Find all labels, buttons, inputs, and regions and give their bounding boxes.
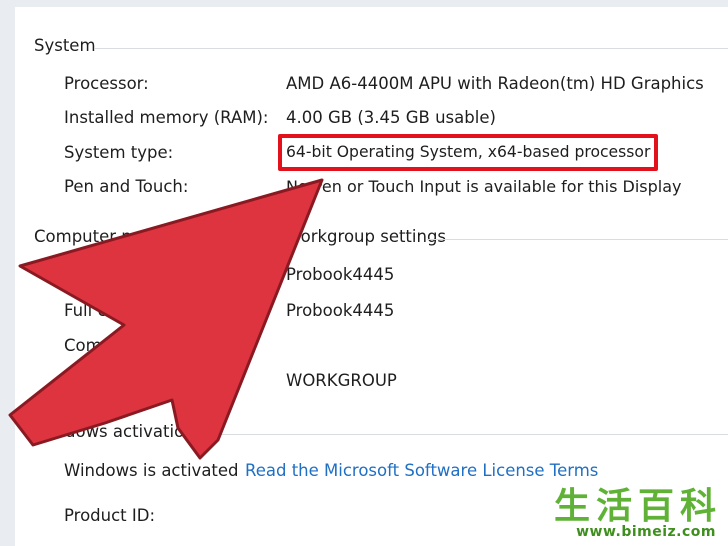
processor-value: AMD A6-4400M APU with Radeon(tm) HD Grap… xyxy=(286,74,704,93)
site-watermark: 生活百科 www.bimeiz.com xyxy=(522,486,722,542)
product-id-label: Product ID: xyxy=(64,506,156,525)
computer-section-heading: Computer name, domain, and workgroup set… xyxy=(34,227,447,246)
full-computer-name-value: Probook4445 xyxy=(286,301,395,320)
computer-description-label: Computer description: xyxy=(64,336,249,355)
watermark-logo-text: 生活百科 xyxy=(553,486,722,527)
system-section-heading: System xyxy=(34,36,96,55)
full-computer-name-label: Full computer name: xyxy=(64,301,235,320)
ram-value: 4.00 GB (3.45 GB usable) xyxy=(286,108,496,127)
system-type-highlight-box xyxy=(278,134,658,171)
activation-status: Windows is activated xyxy=(64,461,239,480)
pen-touch-label: Pen and Touch: xyxy=(64,177,189,196)
workgroup-value: WORKGROUP xyxy=(286,371,397,390)
system-type-label: System type: xyxy=(64,143,174,162)
processor-label: Processor: xyxy=(64,74,149,93)
watermark-url: www.bimeiz.com xyxy=(576,524,716,540)
computer-section-divider xyxy=(427,239,728,240)
pen-touch-value: No Pen or Touch Input is available for t… xyxy=(286,177,682,196)
activation-section-heading: Windows activation xyxy=(34,422,195,441)
system-section-divider xyxy=(95,48,728,49)
license-terms-link[interactable]: Read the Microsoft Software License Term… xyxy=(245,461,598,480)
computer-name-value: Probook4445 xyxy=(286,265,395,284)
ram-label: Installed memory (RAM): xyxy=(64,108,269,127)
system-properties-panel: System Processor: AMD A6-4400M APU with … xyxy=(15,7,728,546)
computer-name-label: Computer name: xyxy=(64,265,204,284)
activation-section-divider xyxy=(215,434,728,435)
workgroup-label: Workgroup: xyxy=(64,371,160,390)
